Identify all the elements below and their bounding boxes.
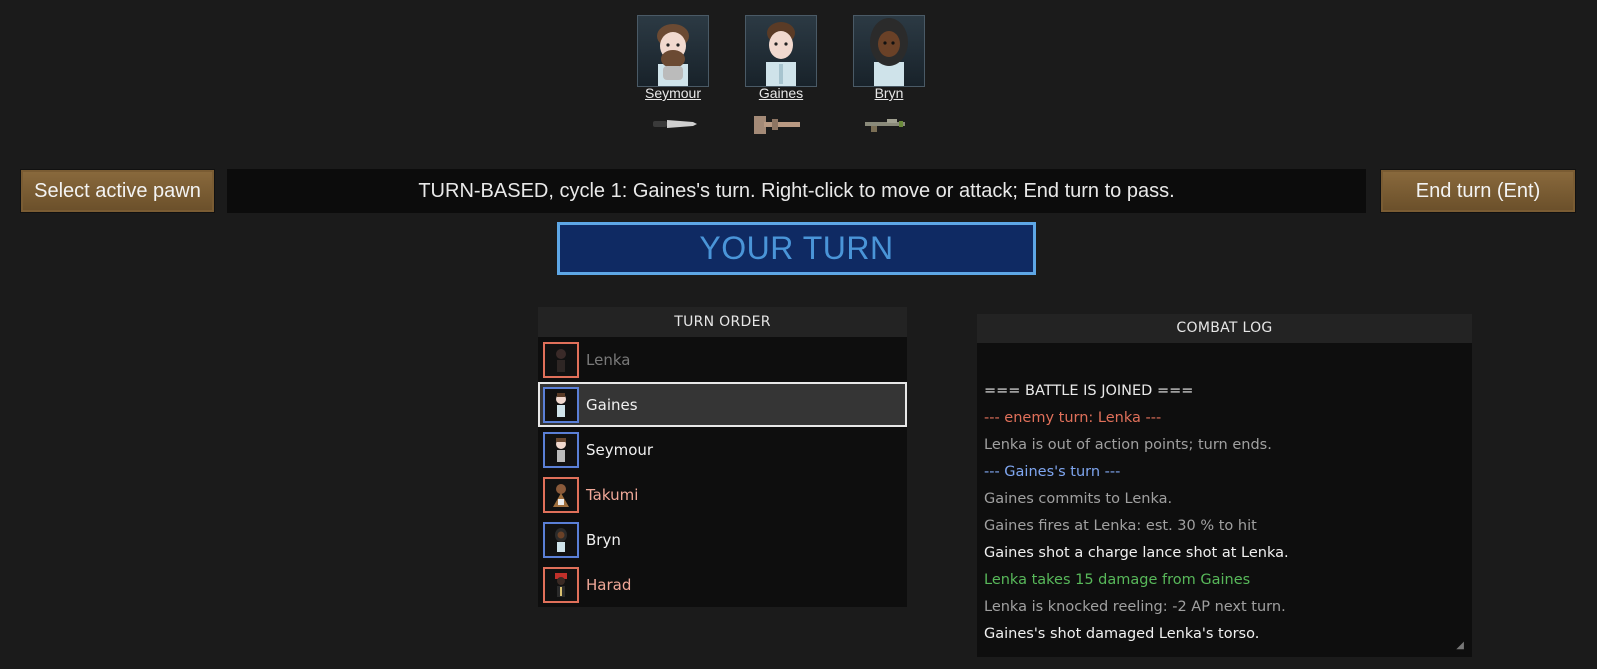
end-turn-button[interactable]: End turn (Ent) <box>1380 169 1576 213</box>
pawn-thumb-icon <box>543 521 579 558</box>
pawn-thumb-icon <box>543 386 579 423</box>
your-turn-banner: YOUR TURN <box>557 222 1036 275</box>
pawn-thumb-icon <box>543 431 579 468</box>
log-line: Gaines fires at Lenka: est. 30 % to hit <box>984 518 1257 534</box>
colonist-bryn[interactable]: Bryn <box>853 15 925 101</box>
log-line: Lenka is knocked reeling: -2 AP next tur… <box>984 599 1286 615</box>
turn-order-title: TURN ORDER <box>538 307 907 337</box>
select-active-pawn-button[interactable]: Select active pawn <box>20 169 215 213</box>
colonist-name[interactable]: Gaines <box>745 85 817 101</box>
pawn-thumb-icon <box>543 341 579 378</box>
turn-order-name: Bryn <box>586 530 621 549</box>
colonist-name[interactable]: Bryn <box>853 85 925 101</box>
turn-order-name: Seymour <box>586 440 654 459</box>
turn-order-panel: TURN ORDER Lenka Gaines Seymour Takumi B… <box>538 307 907 607</box>
seymour-portrait[interactable] <box>637 15 709 87</box>
turn-order-row-harad[interactable]: Harad <box>538 562 907 607</box>
turn-order-row-seymour[interactable]: Seymour <box>538 427 907 472</box>
resize-grip-icon[interactable]: ◢ <box>1456 640 1464 651</box>
colonist-seymour[interactable]: Seymour <box>637 15 709 101</box>
log-line: Lenka is out of action points; turn ends… <box>984 437 1272 453</box>
log-line: --- Gaines's turn --- <box>984 464 1121 480</box>
colonist-name[interactable]: Seymour <box>637 85 709 101</box>
turn-order-row-bryn[interactable]: Bryn <box>538 517 907 562</box>
combat-log-body[interactable]: === BATTLE IS JOINED === --- enemy turn:… <box>977 343 1472 657</box>
turn-order-row-takumi[interactable]: Takumi <box>538 472 907 517</box>
bryn-portrait[interactable] <box>853 15 925 87</box>
log-line: Gaines's shot damaged Lenka's torso. <box>984 626 1260 642</box>
turn-order-row-gaines[interactable]: Gaines <box>538 382 907 427</box>
log-line: Gaines shot a charge lance shot at Lenka… <box>984 545 1289 561</box>
turn-status-bar: TURN-BASED, cycle 1: Gaines's turn. Righ… <box>227 169 1366 213</box>
log-line: === BATTLE IS JOINED === <box>984 383 1194 399</box>
charge-lance-icon <box>752 112 802 136</box>
turn-order-name: Gaines <box>586 395 638 414</box>
rifle-icon <box>861 112 911 136</box>
turn-order-row-lenka[interactable]: Lenka <box>538 337 907 382</box>
pawn-thumb-icon <box>543 476 579 513</box>
knife-icon <box>649 112 699 136</box>
turn-order-name: Harad <box>586 575 632 594</box>
combat-log-title: COMBAT LOG <box>977 314 1472 343</box>
turn-order-list: Lenka Gaines Seymour Takumi Bryn Harad <box>538 337 907 607</box>
turn-order-name: Lenka <box>586 350 631 369</box>
pawn-thumb-icon <box>543 566 579 603</box>
log-line: --- enemy turn: Lenka --- <box>984 410 1162 426</box>
gaines-portrait[interactable] <box>745 15 817 87</box>
turn-order-name: Takumi <box>586 485 639 504</box>
combat-log-panel: COMBAT LOG === BATTLE IS JOINED === --- … <box>977 314 1472 657</box>
log-line: Lenka takes 15 damage from Gaines <box>984 572 1251 588</box>
colonist-gaines[interactable]: Gaines <box>745 15 817 101</box>
log-line: Gaines commits to Lenka. <box>984 491 1173 507</box>
